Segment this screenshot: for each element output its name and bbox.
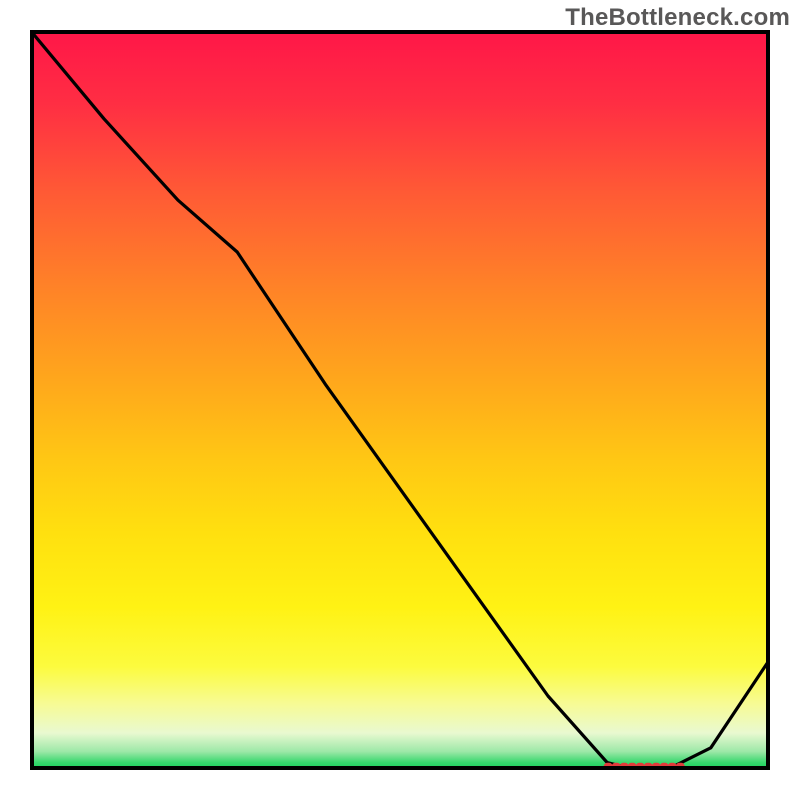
plot-frame: [30, 30, 770, 770]
marker-layer: [30, 30, 770, 770]
watermark-label: TheBottleneck.com: [565, 4, 790, 32]
chart-container: TheBottleneck.com: [0, 0, 800, 800]
